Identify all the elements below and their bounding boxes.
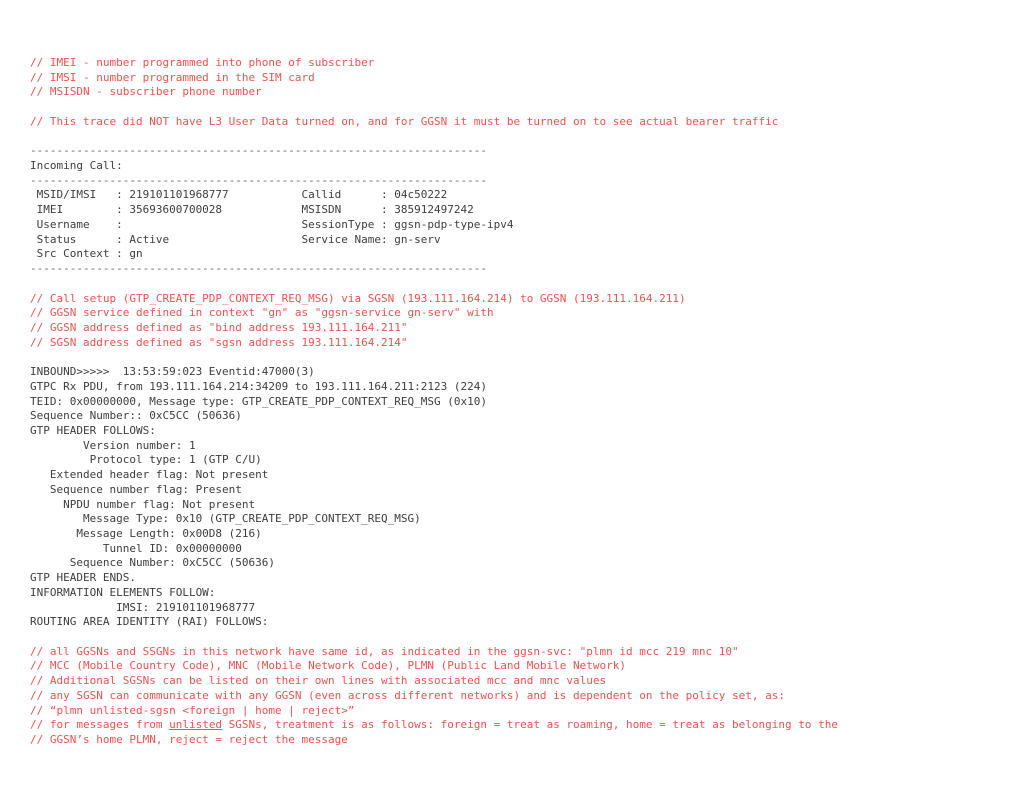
log-line-t5: Status : Active Service Name: gn-serv bbox=[30, 232, 441, 246]
log-line-t19: Tunnel ID: 0x00000000 bbox=[30, 541, 242, 555]
log-line-t23: IMSI: 219101101968777 bbox=[30, 600, 256, 614]
log-line-t3: IMEI : 35693600700028 MSISDN : 385912497… bbox=[30, 203, 474, 217]
log-line-r2: ----------------------------------------… bbox=[30, 173, 487, 187]
log-line-t16: NPDU number flag: Not present bbox=[30, 497, 256, 511]
log-line-b5 bbox=[30, 630, 838, 645]
log-line-t4: Username : SessionType : ggsn-pdp-type-i… bbox=[30, 217, 514, 231]
log-line-t18: Message Length: 0x00D8 (216) bbox=[30, 527, 262, 540]
log-line-t22: INFORMATION ELEMENTS FOLLOW: bbox=[30, 585, 216, 599]
log-line-t2: MSID/IMSI : 219101101968777 Callid : 04c… bbox=[30, 188, 448, 202]
log-line-c15: // GGSN’s home PLMN, reject = reject the… bbox=[30, 733, 348, 747]
log-line-c14-seg-1: unlisted bbox=[169, 718, 223, 732]
log-line-c11: // Additional SGSNs can be listed on the… bbox=[30, 674, 607, 688]
log-line-c8: // SGSN address defined as "sgsn address… bbox=[30, 335, 408, 349]
log-line-c14: // for messages from unlisted SGSNs, tre… bbox=[30, 718, 838, 733]
log-line-c6: // GGSN service defined in context "gn" … bbox=[30, 306, 494, 320]
log-line-t12: Version number: 1 bbox=[30, 438, 196, 452]
log-line-c4: // This trace did NOT have L3 User Data … bbox=[30, 114, 779, 128]
log-line-r1: ----------------------------------------… bbox=[30, 144, 487, 158]
log-line-c1: // IMEI - number programmed into phone o… bbox=[30, 56, 375, 69]
log-line-t14: Extended header flag: Not present bbox=[30, 468, 269, 482]
log-line-b1 bbox=[30, 100, 838, 115]
log-line-b2 bbox=[30, 130, 838, 145]
log-line-c14-seg-0: // for messages from bbox=[30, 718, 170, 732]
log-line-t17: Message Type: 0x10 (GTP_CREATE_PDP_CONTE… bbox=[30, 512, 421, 526]
log-line-c14-seg-2: SGSNs, treatment is as follows: foreign … bbox=[222, 718, 838, 732]
log-line-c9: // all GGSNs and SSGNs in this network h… bbox=[30, 644, 739, 658]
log-line-t1: Incoming Call: bbox=[30, 159, 123, 173]
log-line-t15: Sequence number flag: Present bbox=[30, 482, 242, 496]
log-line-c13: // “plmn unlisted-sgsn <foreign | home |… bbox=[30, 703, 355, 717]
log-line-t13: Protocol type: 1 (GTP C/U) bbox=[30, 453, 262, 467]
log-line-c3: // MSISDN - subscriber phone number bbox=[30, 85, 262, 99]
log-line-c2: // IMSI - number programmed in the SIM c… bbox=[30, 70, 315, 84]
log-line-t6: Src Context : gn bbox=[30, 247, 143, 261]
log-line-b3 bbox=[30, 277, 838, 292]
log-line-b4 bbox=[30, 350, 838, 365]
log-line-t8: GTPC Rx PDU, from 193.111.164.214:34209 … bbox=[30, 379, 487, 393]
log-line-t9: TEID: 0x00000000, Message type: GTP_CREA… bbox=[30, 394, 487, 408]
log-line-r3: ----------------------------------------… bbox=[30, 262, 487, 276]
trace-log-output: // IMEI - number programmed into phone o… bbox=[30, 56, 838, 748]
log-line-t21: GTP HEADER ENDS. bbox=[30, 571, 136, 585]
log-line-t11: GTP HEADER FOLLOWS: bbox=[30, 423, 156, 437]
log-line-c5: // Call setup (GTP_CREATE_PDP_CONTEXT_RE… bbox=[30, 291, 686, 305]
log-line-c10: // MCC (Mobile Country Code), MNC (Mobil… bbox=[30, 659, 627, 673]
log-line-c7: // GGSN address defined as "bind address… bbox=[30, 320, 408, 334]
log-line-t10: Sequence Number:: 0xC5CC (50636) bbox=[30, 409, 242, 423]
log-line-t20: Sequence Number: 0xC5CC (50636) bbox=[30, 556, 276, 570]
log-line-c12: // any SGSN can communicate with any GGS… bbox=[30, 688, 785, 702]
log-line-t24: ROUTING AREA IDENTITY (RAI) FOLLOWS: bbox=[30, 615, 269, 629]
log-line-t7: INBOUND>>>>> 13:53:59:023 Eventid:47000(… bbox=[30, 365, 315, 379]
